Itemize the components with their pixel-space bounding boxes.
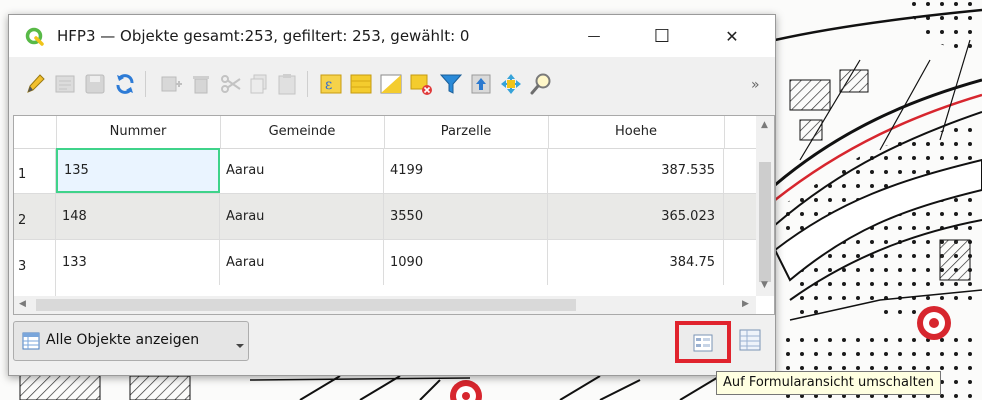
paste-icon [278,74,296,95]
deselect-all-button[interactable] [409,72,433,96]
scroll-down-arrow-icon[interactable]: ▼ [761,280,768,290]
close-button[interactable]: ✕ [709,15,755,57]
toolbar-overflow-button[interactable]: » [751,77,760,93]
table-cell-nummer[interactable]: 148 [56,194,220,239]
multi-edit-icon [55,75,75,93]
qgis-logo-icon [25,27,44,46]
add-feature-button[interactable] [159,72,183,96]
table-view-icon [739,329,761,351]
expression-select-icon: ε [320,74,342,94]
zoom-to-selected-button[interactable] [529,72,553,96]
select-all-icon [350,74,372,94]
invert-selection-icon [380,74,402,94]
select-by-expression-button[interactable]: ε [319,72,343,96]
column-header-parzelle[interactable]: Parzelle [384,116,549,148]
switch-to-table-view-button[interactable] [737,327,767,357]
funnel-icon [439,74,463,94]
minimize-button[interactable]: — [571,15,617,57]
filter-selected-button[interactable] [439,72,463,96]
toolbar-separator [145,71,146,97]
table-cell-gemeinde[interactable]: Aarau [220,148,384,193]
save-icon [85,74,105,94]
column-header-gemeinde[interactable]: Gemeinde [220,116,385,148]
table-cell-hoehe[interactable]: 384.75 [548,240,724,285]
scissors-icon [221,75,241,93]
table-cell-gemeinde[interactable]: Aarau [220,194,384,239]
row-number[interactable]: 1 [14,148,56,193]
corner-header[interactable] [14,116,57,148]
maximize-button[interactable]: ☐ [639,15,685,57]
invert-selection-button[interactable] [379,72,403,96]
scroll-left-arrow-icon[interactable]: ◀ [19,299,26,309]
window-title: HFP3 — Objekte gesamt:253, gefiltert: 25… [57,27,470,45]
feature-filter-dropdown[interactable]: Alle Objekte anzeigen [13,321,249,361]
toggle-editing-button[interactable] [23,72,47,96]
title-bar[interactable]: HFP3 — Objekte gesamt:253, gefiltert: 25… [9,15,775,57]
dropdown-arrow-icon [236,344,244,348]
svg-text:ε: ε [325,77,332,93]
paste-button[interactable] [275,72,299,96]
minimize-icon: — [587,28,601,44]
table-cell-hoehe[interactable]: 365.023 [548,194,724,239]
table-cell-nummer[interactable]: 135 [56,148,220,193]
pan-to-selected-button[interactable] [499,72,523,96]
vertical-scroll-thumb[interactable] [759,162,771,282]
table-cell-parzelle[interactable]: 4199 [384,148,548,193]
pencil-icon [27,74,45,93]
toolbar-separator [307,71,308,97]
copy-icon [250,74,267,94]
table-header: Nummer Gemeinde Parzelle Hoehe [14,116,756,149]
tooltip: Auf Formularansicht umschalten [716,371,941,395]
attribute-table-window[interactable]: HFP3 — Objekte gesamt:253, gefiltert: 25… [8,14,776,376]
row-number[interactable]: 2 [14,194,56,239]
pan-map-icon [501,74,521,94]
reload-button[interactable] [113,72,137,96]
scroll-right-arrow-icon[interactable]: ▶ [742,299,749,309]
reload-icon [116,74,134,94]
deselect-icon [410,74,432,95]
table-cell-nummer[interactable]: 133 [56,240,220,285]
table-cell-gemeinde[interactable]: Aarau [220,240,384,285]
scroll-up-arrow-icon[interactable]: ▲ [761,120,768,130]
table-row[interactable]: 1 135 Aarau 4199 387.535 [14,148,756,194]
move-selection-top-button[interactable] [469,72,493,96]
table-cell-hoehe[interactable]: 387.535 [548,148,724,193]
switch-to-form-view-button[interactable] [675,321,731,363]
horizontal-scroll-thumb[interactable] [36,299,576,311]
horizontal-scrollbar[interactable]: ◀ ▶ [14,296,756,314]
column-header-nummer[interactable]: Nummer [56,116,221,148]
trash-icon [193,76,209,94]
select-all-button[interactable] [349,72,373,96]
table-icon [22,332,40,350]
table-row[interactable]: 2 148 Aarau 3550 365.023 [14,194,756,240]
table-cell-parzelle[interactable]: 3550 [384,194,548,239]
filter-label: Alle Objekte anzeigen [46,332,200,348]
multi-edit-button[interactable] [53,72,77,96]
save-edits-button[interactable] [83,72,107,96]
row-number[interactable]: 3 [14,240,56,296]
move-to-top-icon [471,74,491,94]
magnifier-icon [530,73,551,95]
add-feature-icon [161,76,182,92]
form-view-icon [693,334,713,352]
cut-button[interactable] [219,72,243,96]
column-header-hoehe[interactable]: Hoehe [548,116,725,148]
close-icon: ✕ [725,26,739,46]
delete-feature-button[interactable] [189,72,213,96]
copy-button[interactable] [247,72,271,96]
maximize-icon: ☐ [653,25,671,47]
table-cell-parzelle[interactable]: 1090 [384,240,548,285]
attribute-table[interactable]: Nummer Gemeinde Parzelle Hoehe 1 135 Aar… [13,115,775,315]
vertical-scrollbar[interactable]: ▲ ▼ [756,116,774,296]
attribute-table-toolbar: ε » [9,57,775,115]
table-row[interactable]: 3 133 Aarau 1090 384.75 [14,240,756,297]
